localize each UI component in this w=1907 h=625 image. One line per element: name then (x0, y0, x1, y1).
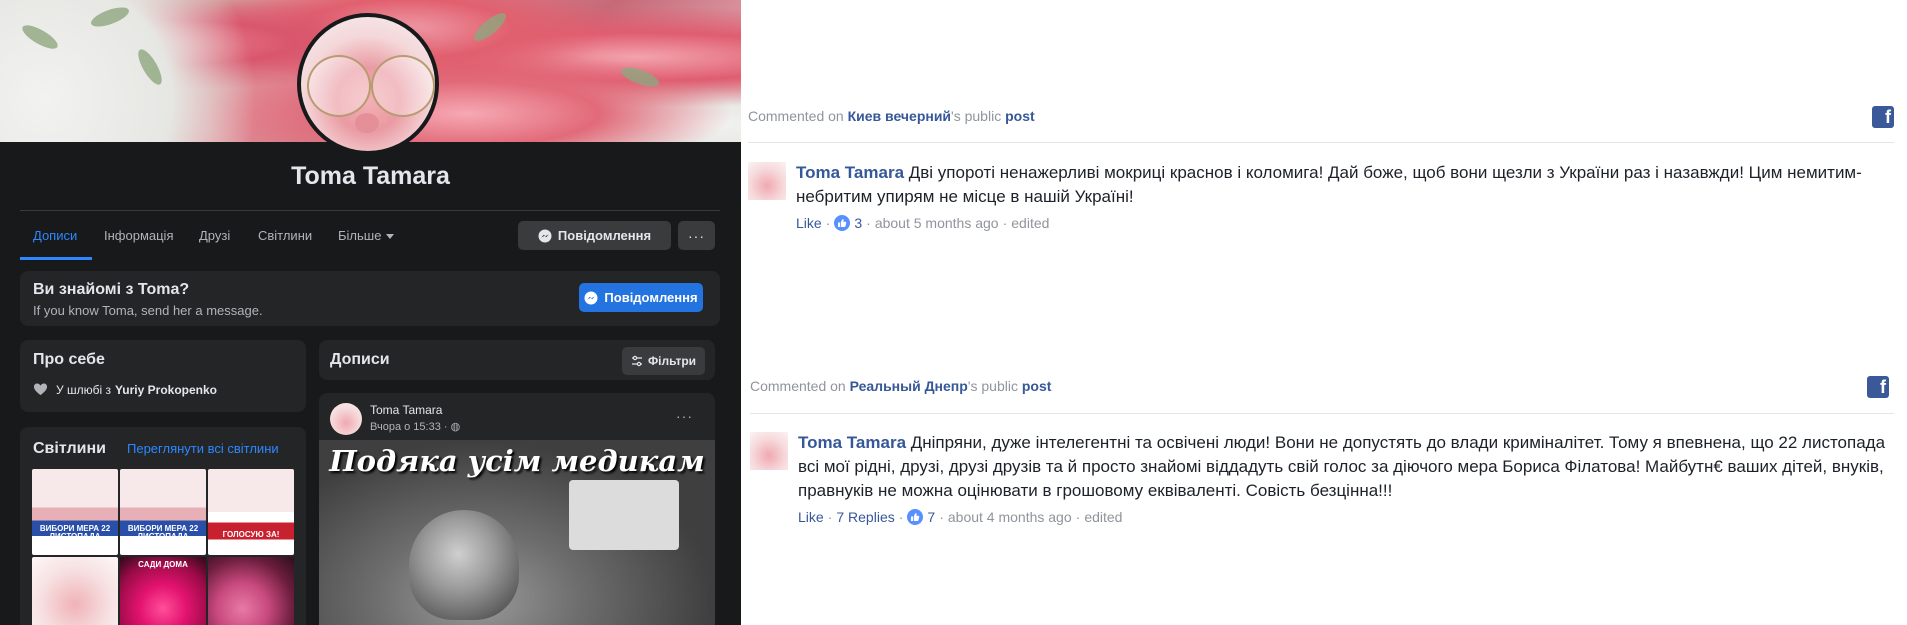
tab-info[interactable]: Інформація (104, 228, 174, 243)
photo-thumbnail[interactable] (32, 557, 118, 625)
comment-body: Toma Tamara Дві упороті ненажерливі мокр… (796, 161, 1894, 209)
relationship-prefix: У шлюбі з (56, 382, 111, 397)
photo-thumbnail[interactable] (208, 557, 294, 625)
tab-photos[interactable]: Світлини (258, 228, 312, 243)
message-button[interactable]: Повідомлення (518, 221, 671, 250)
public-suffix: 's public (951, 108, 1002, 124)
profile-name: Toma Tamara (291, 162, 450, 190)
post-link[interactable]: post (1022, 378, 1052, 394)
post-author-name[interactable]: Toma Tamara (370, 403, 442, 417)
facebook-icon[interactable]: f (1867, 376, 1889, 398)
edited-label: edited (1011, 215, 1050, 231)
messenger-icon (538, 229, 552, 242)
page-link[interactable]: Киев вечерний (848, 108, 951, 124)
likes-count[interactable]: 3 (854, 215, 862, 231)
meta-separator: · (866, 215, 871, 231)
commented-prefix: Commented on (750, 378, 846, 394)
thumbnail-caption: САДИ ДОМА (138, 560, 188, 569)
separator (748, 142, 1894, 143)
comment-body: Toma Tamara Дніпряни, дуже інтелегентні … (798, 431, 1894, 503)
heart-icon (33, 383, 48, 396)
replies-link[interactable]: 7 Replies (836, 509, 894, 525)
meta-separator: · (898, 509, 904, 525)
know-card-subtitle: If you know Toma, send her a message. (33, 303, 263, 318)
know-card-title: Ви знайомі з Toma? (33, 281, 190, 298)
profile-panel: Toma Tamara Дописи Інформація Друзі Світ… (0, 0, 741, 625)
likes-count[interactable]: 7 (927, 509, 935, 525)
thumbs-up-icon (834, 215, 851, 231)
about-card: Про себе У шлюбі з Yuriy Prokopenko (20, 340, 306, 412)
photos-card: Світлини Переглянути всі світлини ВИБОРИ… (20, 427, 306, 625)
equipment-shape (569, 480, 679, 550)
comment-author-link[interactable]: Toma Tamara (798, 433, 906, 452)
send-message-button[interactable]: Повідомлення (579, 283, 703, 312)
meta-separator: · (939, 509, 944, 525)
messenger-icon (584, 291, 598, 304)
post-author-avatar[interactable] (330, 403, 362, 435)
know-toma-card: Ви знайомі з Toma? If you know Toma, sen… (20, 271, 720, 326)
doctor-figure (409, 510, 519, 620)
tab-more[interactable]: Більше (338, 228, 395, 243)
thumbnail-caption: ГОЛОСУЮ ЗА! (222, 530, 280, 539)
commented-prefix: Commented on (748, 108, 844, 124)
active-tab-indicator (20, 257, 92, 260)
comment-author-avatar[interactable] (750, 432, 788, 470)
see-all-photos-link[interactable]: Переглянути всі світлини (127, 441, 279, 456)
thumbnail-caption: ВИБОРИ МЕРА 22 ЛИСТОПАДА (39, 524, 111, 542)
send-message-label: Повідомлення (604, 290, 698, 305)
post-time-text: Вчора о 15:33 · (370, 421, 451, 433)
photo-thumbnail[interactable]: ГОЛОСУЮ ЗА! (208, 469, 294, 555)
post-timestamp[interactable]: Вчора о 15:33 · ◍ (370, 420, 460, 433)
post-image-title: Подяка усім медикам (329, 444, 705, 478)
meta-separator: · (1002, 215, 1008, 231)
posts-title: Дописи (330, 351, 390, 368)
comment-text: Дніпряни, дуже інтелегентні та освічені … (798, 433, 1886, 500)
meta-separator: · (1075, 509, 1081, 525)
comment-author-avatar[interactable] (748, 162, 786, 200)
comment-context: Commented on Реальный Днепр's public pos… (750, 378, 1051, 394)
post-image[interactable]: Подяка усім медикам (319, 440, 715, 625)
chevron-down-icon (386, 234, 395, 240)
public-suffix: 's public (967, 378, 1018, 394)
relationship-partner-link[interactable]: Yuriy Prokopenko (115, 383, 217, 397)
post-options-button[interactable]: ··· (676, 408, 693, 424)
message-button-label: Повідомлення (557, 228, 652, 243)
meta-separator: · (825, 215, 831, 231)
post-card: Toma Tamara Вчора о 15:33 · ◍ ··· Подяка… (319, 393, 715, 625)
tab-posts[interactable]: Дописи (33, 228, 77, 243)
page-link[interactable]: Реальный Днепр (850, 378, 968, 394)
like-link[interactable]: Like (796, 215, 822, 231)
divider (20, 210, 720, 211)
tab-friends[interactable]: Друзі (199, 228, 230, 243)
separator (750, 413, 1894, 414)
comment-meta: Like · 3 · about 5 months ago · edited (796, 215, 1049, 231)
meta-separator: · (827, 509, 833, 525)
thumbnail-caption: ВИБОРИ МЕРА 22 ЛИСТОПАДА (127, 524, 199, 542)
photos-title: Світлини (33, 440, 106, 457)
comment-author-link[interactable]: Toma Tamara (796, 163, 904, 182)
filter-icon (631, 355, 642, 367)
more-options-button[interactable]: ··· (678, 221, 715, 250)
tab-more-label: Більше (338, 228, 382, 243)
posts-header-card: Дописи Фільтри (319, 340, 715, 380)
comment-context: Commented on Киев вечерний's public post (748, 108, 1035, 124)
relationship-line: У шлюбі з Yuriy Prokopenko (33, 382, 217, 397)
comment-text: Дві упороті ненажерливі мокриці краснов … (796, 163, 1862, 206)
comment-time: about 5 months ago (874, 215, 999, 231)
like-link[interactable]: Like (798, 509, 824, 525)
photo-thumbnail[interactable]: САДИ ДОМА (120, 557, 206, 625)
comment-meta: Like · 7 Replies · 7 · about 4 months ag… (798, 509, 1122, 525)
about-title: Про себе (33, 351, 105, 368)
facebook-icon[interactable]: f (1872, 106, 1894, 128)
filters-label: Фільтри (647, 354, 697, 368)
profile-avatar[interactable] (297, 13, 439, 155)
post-link[interactable]: post (1005, 108, 1035, 124)
globe-icon: ◍ (450, 421, 461, 433)
photo-thumbnail[interactable]: ВИБОРИ МЕРА 22 ЛИСТОПАДА (32, 469, 118, 555)
thumbs-up-icon (907, 509, 924, 525)
photo-thumbnail[interactable]: ВИБОРИ МЕРА 22 ЛИСТОПАДА (120, 469, 206, 555)
comment-time: about 4 months ago (947, 509, 1072, 525)
filters-button[interactable]: Фільтри (622, 347, 705, 375)
edited-label: edited (1084, 509, 1123, 525)
